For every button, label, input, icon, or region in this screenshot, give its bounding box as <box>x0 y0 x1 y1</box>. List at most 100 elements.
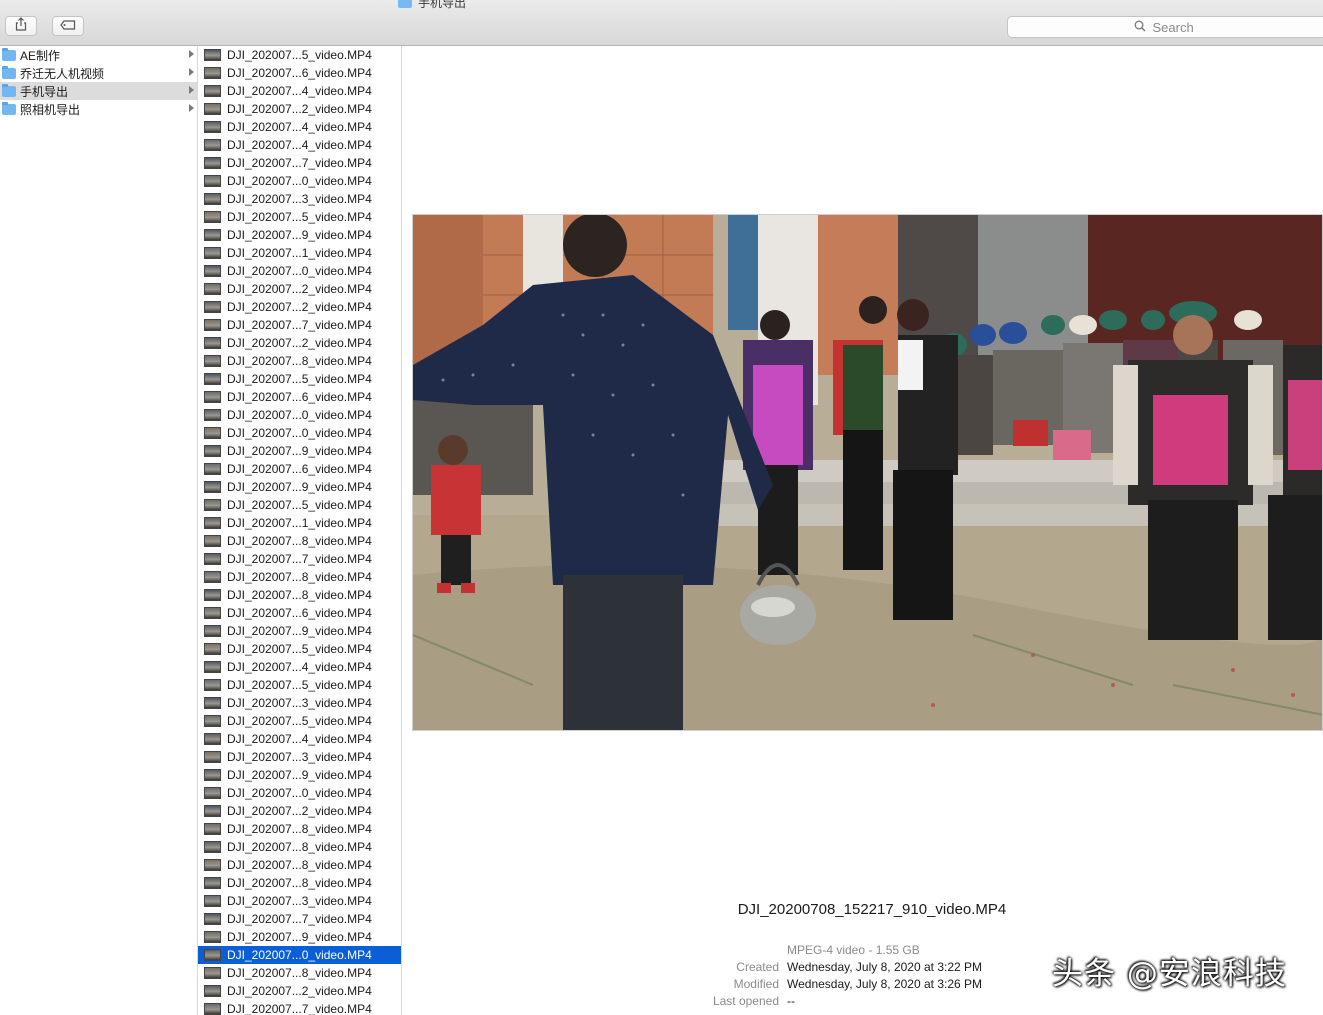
file-row[interactable]: DJI_202007...5_video.MP4 <box>198 676 401 694</box>
folder-icon <box>2 83 16 97</box>
file-row[interactable]: DJI_202007...2_video.MP4 <box>198 298 401 316</box>
file-row[interactable]: DJI_202007...9_video.MP4 <box>198 622 401 640</box>
file-name-label: DJI_202007...8_video.MP4 <box>227 588 372 602</box>
video-thumbnail-icon <box>204 805 221 817</box>
file-name-label: DJI_202007...7_video.MP4 <box>227 156 372 170</box>
file-row[interactable]: DJI_202007...5_video.MP4 <box>198 370 401 388</box>
file-column: DJI_202007...5_video.MP4 DJI_202007...6_v… <box>198 46 402 1015</box>
file-name-label: DJI_202007...2_video.MP4 <box>227 984 372 998</box>
video-thumbnail-icon <box>204 535 221 547</box>
file-row[interactable]: DJI_202007...9_video.MP4 <box>198 478 401 496</box>
file-row[interactable]: DJI_202007...9_video.MP4 <box>198 928 401 946</box>
file-row[interactable]: DJI_202007...7_video.MP4 <box>198 316 401 334</box>
file-row[interactable]: DJI_202007...5_video.MP4 <box>198 712 401 730</box>
video-thumbnail-icon <box>204 553 221 565</box>
file-row[interactable]: DJI_202007...2_video.MP4 <box>198 100 401 118</box>
video-thumbnail-icon <box>204 103 221 115</box>
file-name-label: DJI_202007...3_video.MP4 <box>227 696 372 710</box>
file-row[interactable]: DJI_202007...5_video.MP4 <box>198 46 401 64</box>
video-thumbnail-icon <box>204 427 221 439</box>
file-row[interactable]: DJI_202007...3_video.MP4 <box>198 190 401 208</box>
file-row[interactable]: DJI_202007...3_video.MP4 <box>198 892 401 910</box>
file-row[interactable]: DJI_202007...6_video.MP4 <box>198 64 401 82</box>
file-row[interactable]: DJI_202007...5_video.MP4 <box>198 496 401 514</box>
file-row[interactable]: DJI_202007...8_video.MP4 <box>198 964 401 982</box>
file-row[interactable]: DJI_202007...6_video.MP4 <box>198 388 401 406</box>
file-row[interactable]: DJI_202007...0_video.MP4 <box>198 946 401 964</box>
file-name-label: DJI_202007...4_video.MP4 <box>227 732 372 746</box>
file-row[interactable]: DJI_202007...8_video.MP4 <box>198 586 401 604</box>
file-row[interactable]: DJI_202007...0_video.MP4 <box>198 262 401 280</box>
file-row[interactable]: DJI_202007...8_video.MP4 <box>198 820 401 838</box>
file-row[interactable]: DJI_202007...4_video.MP4 <box>198 82 401 100</box>
file-name-label: DJI_202007...4_video.MP4 <box>227 120 372 134</box>
file-row[interactable]: DJI_202007...9_video.MP4 <box>198 442 401 460</box>
file-name-label: DJI_202007...8_video.MP4 <box>227 858 372 872</box>
created-label: Created <box>736 960 779 974</box>
file-row[interactable]: DJI_202007...1_video.MP4 <box>198 244 401 262</box>
file-row[interactable]: DJI_202007...9_video.MP4 <box>198 226 401 244</box>
file-row[interactable]: DJI_202007...6_video.MP4 <box>198 460 401 478</box>
file-row[interactable]: DJI_202007...2_video.MP4 <box>198 982 401 1000</box>
search-field[interactable] <box>1007 16 1323 38</box>
share-button[interactable] <box>5 16 37 36</box>
file-name-label: DJI_202007...5_video.MP4 <box>227 678 372 692</box>
file-row[interactable]: DJI_202007...2_video.MP4 <box>198 802 401 820</box>
folder-item-ae[interactable]: AE制作 <box>0 46 197 64</box>
file-row[interactable]: DJI_202007...7_video.MP4 <box>198 1000 401 1015</box>
folder-item-drone-video[interactable]: 乔迁无人机视频 <box>0 64 197 82</box>
file-row[interactable]: DJI_202007...4_video.MP4 <box>198 730 401 748</box>
video-thumbnail-icon <box>204 139 221 151</box>
file-name-label: DJI_202007...8_video.MP4 <box>227 966 372 980</box>
video-thumbnail-icon <box>204 157 221 169</box>
folder-item-camera-export[interactable]: 照相机导出 <box>0 100 197 118</box>
file-row[interactable]: DJI_202007...7_video.MP4 <box>198 154 401 172</box>
file-row[interactable]: DJI_202007...2_video.MP4 <box>198 280 401 298</box>
video-thumbnail-icon <box>204 409 221 421</box>
folder-item-label: 乔迁无人机视频 <box>20 66 105 81</box>
video-thumbnail-icon <box>204 877 221 889</box>
file-row[interactable]: DJI_202007...0_video.MP4 <box>198 424 401 442</box>
file-row[interactable]: DJI_202007...8_video.MP4 <box>198 838 401 856</box>
file-row[interactable]: DJI_202007...3_video.MP4 <box>198 694 401 712</box>
video-thumbnail-icon <box>204 229 221 241</box>
file-row[interactable]: DJI_202007...7_video.MP4 <box>198 910 401 928</box>
video-thumbnail-icon <box>204 121 221 133</box>
folder-item-phone-export[interactable]: 手机导出 <box>0 82 197 100</box>
file-row[interactable]: DJI_202007...2_video.MP4 <box>198 334 401 352</box>
file-row[interactable]: DJI_202007...7_video.MP4 <box>198 550 401 568</box>
file-row[interactable]: DJI_202007...0_video.MP4 <box>198 406 401 424</box>
file-row[interactable]: DJI_202007...8_video.MP4 <box>198 352 401 370</box>
file-row[interactable]: DJI_202007...1_video.MP4 <box>198 514 401 532</box>
file-row[interactable]: DJI_202007...3_video.MP4 <box>198 748 401 766</box>
file-name-label: DJI_202007...1_video.MP4 <box>227 246 372 260</box>
video-thumbnail-icon <box>204 589 221 601</box>
file-kind-size: MPEG-4 video - 1.55 GB <box>787 943 920 957</box>
video-thumbnail-icon <box>204 859 221 871</box>
video-thumbnail-icon <box>204 769 221 781</box>
file-row[interactable]: DJI_202007...5_video.MP4 <box>198 208 401 226</box>
file-row[interactable]: DJI_202007...5_video.MP4 <box>198 640 401 658</box>
video-thumbnail-icon <box>204 193 221 205</box>
preview-pane: DJI_20200708_152217_910_video.MP4 MPEG-4… <box>402 46 1323 1015</box>
file-row[interactable]: DJI_202007...4_video.MP4 <box>198 136 401 154</box>
file-row[interactable]: DJI_202007...4_video.MP4 <box>198 118 401 136</box>
file-row[interactable]: DJI_202007...8_video.MP4 <box>198 874 401 892</box>
file-row[interactable]: DJI_202007...9_video.MP4 <box>198 766 401 784</box>
tag-button[interactable] <box>52 16 84 36</box>
last-opened-label: Last opened <box>712 994 779 1008</box>
file-row[interactable]: DJI_202007...8_video.MP4 <box>198 568 401 586</box>
video-thumbnail-icon <box>204 49 221 61</box>
file-row[interactable]: DJI_202007...6_video.MP4 <box>198 604 401 622</box>
video-thumbnail-icon <box>204 283 221 295</box>
file-name-label: DJI_202007...7_video.MP4 <box>227 552 372 566</box>
search-input[interactable] <box>1150 18 1211 36</box>
file-row[interactable]: DJI_202007...0_video.MP4 <box>198 784 401 802</box>
file-row[interactable]: DJI_202007...0_video.MP4 <box>198 172 401 190</box>
file-name-label: DJI_202007...2_video.MP4 <box>227 102 372 116</box>
video-thumbnail[interactable] <box>412 214 1323 731</box>
video-thumbnail-icon <box>204 571 221 583</box>
file-row[interactable]: DJI_202007...4_video.MP4 <box>198 658 401 676</box>
file-row[interactable]: DJI_202007...8_video.MP4 <box>198 532 401 550</box>
file-row[interactable]: DJI_202007...8_video.MP4 <box>198 856 401 874</box>
